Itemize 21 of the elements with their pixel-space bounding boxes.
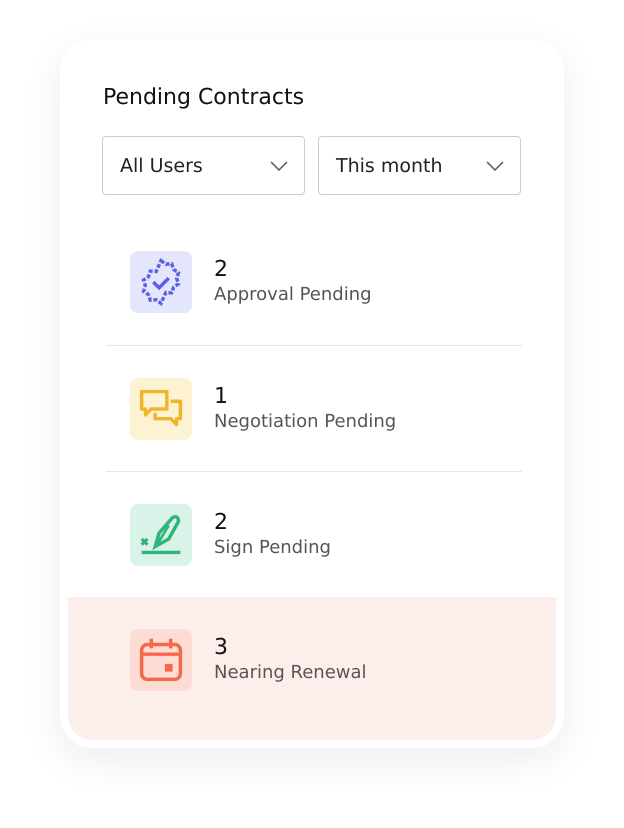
count: 2 [214,510,229,536]
status-row[interactable]: 2 Sign Pending [68,471,556,597]
dropdown[interactable]: This month [318,136,521,195]
pen-signature-icon [130,504,192,566]
count: 1 [214,384,229,410]
calendar-icon [130,629,192,691]
count: 3 [214,635,229,661]
chevron-down-icon [486,160,504,170]
status-label: Nearing Renewal [214,661,367,685]
status-label: Approval Pending [214,283,372,307]
badge-check-icon [130,251,192,313]
count: 2 [214,257,229,283]
status-row[interactable]: 1 Negotiation Pending [68,345,556,471]
panel-title: Pending Contracts [102,84,306,112]
status-row[interactable]: 3 Nearing Renewal [68,597,556,740]
status-row[interactable]: 2 Approval Pending [68,219,556,345]
status-label: Sign Pending [214,536,331,560]
chat-bubbles-icon [130,378,192,440]
chevron-down-icon [270,160,288,170]
dropdown[interactable]: All Users [102,136,305,195]
status-label: Negotiation Pending [214,410,396,434]
